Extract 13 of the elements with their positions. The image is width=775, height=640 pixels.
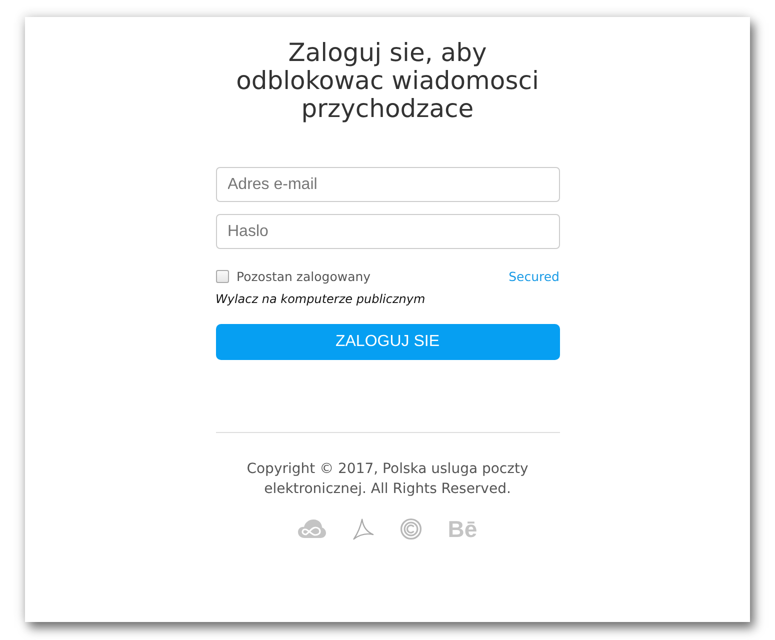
password-field[interactable]: Haslo (216, 214, 560, 249)
copyright-text: Copyright © 2017, Polska usluga poczty elektronicznej. All Rights Reserved. (246, 460, 530, 499)
page-title: Zaloguj sie, aby odblokowac wiadomosci przychodzace (235, 39, 540, 123)
concentric-rings-icon[interactable] (400, 518, 422, 540)
login-button[interactable]: ZALOGUJ SIE (216, 324, 560, 360)
cloud-icon[interactable] (298, 519, 326, 539)
hint-text: Wylacz na komputerze publicznym (216, 291, 426, 307)
logo-text[interactable]: Bē (448, 517, 478, 541)
swirl-icon[interactable] (352, 518, 374, 540)
checkbox[interactable] (216, 270, 228, 282)
remember-me-label: Pozostan zalogowany (236, 268, 371, 284)
secured-link[interactable]: Secured (508, 268, 560, 284)
email-field[interactable]: Adres e-mail (216, 167, 560, 202)
